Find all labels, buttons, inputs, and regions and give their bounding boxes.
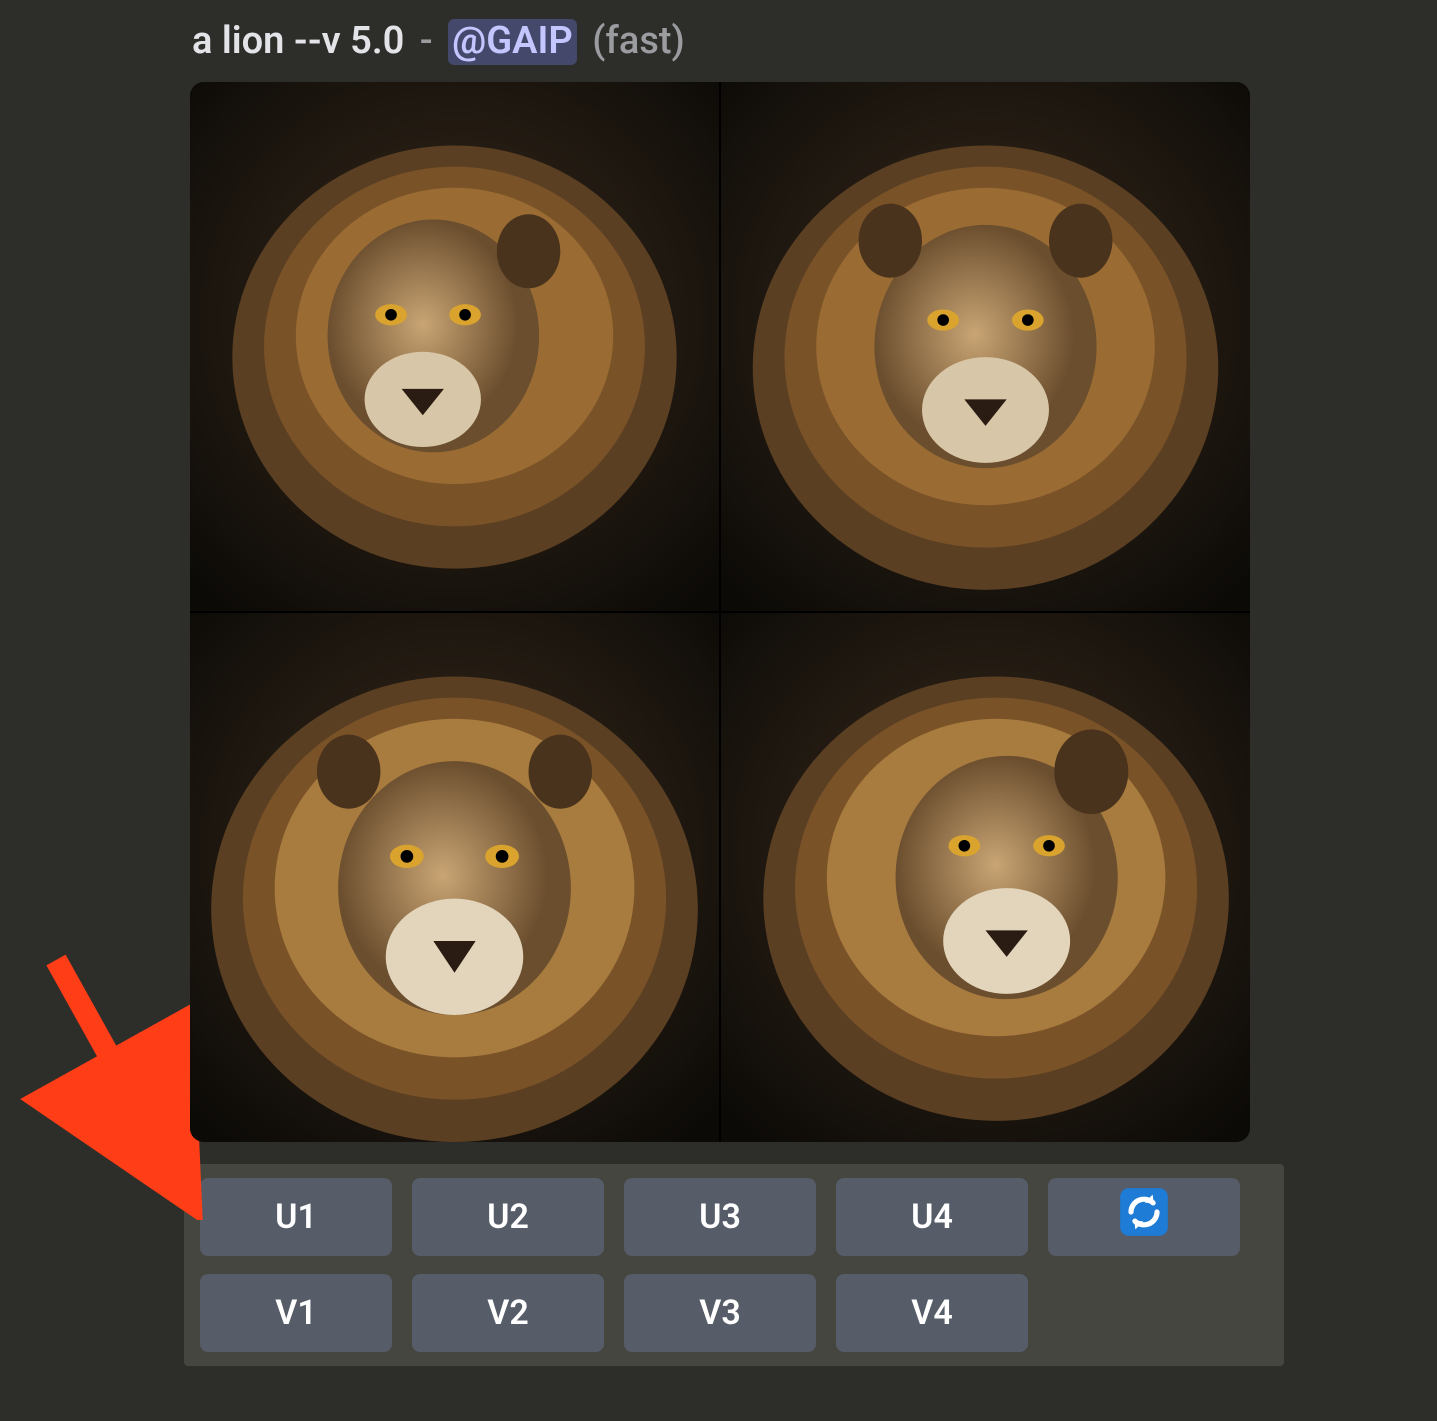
generation-mode: (fast) (592, 19, 685, 63)
user-mention[interactable]: @GAIP (448, 19, 577, 65)
variation-1-button[interactable]: V1 (200, 1274, 392, 1352)
result-tile-2 (721, 82, 1250, 611)
upscale-1-button[interactable]: U1 (200, 1178, 392, 1256)
upscale-button-row: U1 U2 U3 U4 (200, 1178, 1268, 1256)
result-tile-4 (721, 613, 1250, 1142)
prompt-text: a lion --v 5.0 (192, 19, 404, 63)
variation-4-button[interactable]: V4 (836, 1274, 1028, 1352)
variation-button-row: V1 V2 V3 V4 (200, 1274, 1268, 1352)
refresh-icon (1118, 1186, 1170, 1247)
upscale-3-button[interactable]: U3 (624, 1178, 816, 1256)
prompt-separator: - (420, 19, 433, 63)
upscale-4-button[interactable]: U4 (836, 1178, 1028, 1256)
result-tile-3 (190, 613, 719, 1142)
midjourney-message: a lion --v 5.0 - @GAIP (fast) (0, 0, 1300, 1366)
prompt-line: a lion --v 5.0 - @GAIP (fast) (192, 18, 1300, 66)
upscale-2-button[interactable]: U2 (412, 1178, 604, 1256)
reroll-button[interactable] (1048, 1178, 1240, 1256)
action-button-panel: U1 U2 U3 U4 V1 (184, 1164, 1284, 1366)
result-tile-1 (190, 82, 719, 611)
variation-3-button[interactable]: V3 (624, 1274, 816, 1352)
result-image-grid[interactable] (190, 82, 1250, 1142)
variation-2-button[interactable]: V2 (412, 1274, 604, 1352)
